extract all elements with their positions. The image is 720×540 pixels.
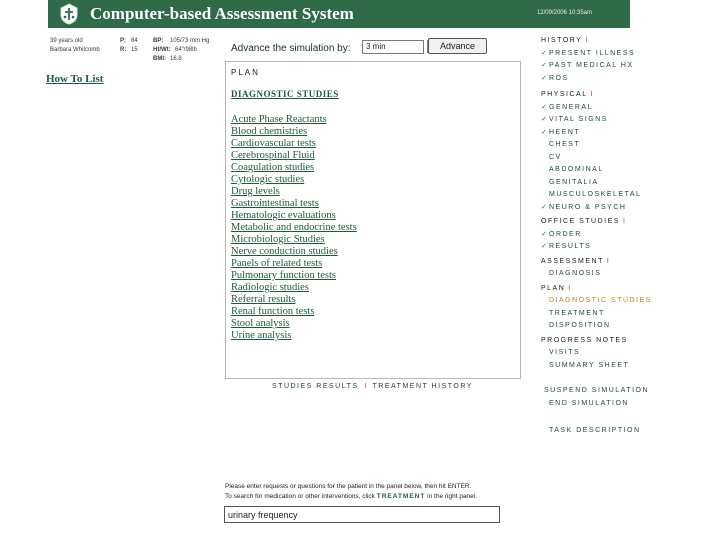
study-link[interactable]: Radiologic studies <box>231 282 357 294</box>
nav-progress-notes[interactable]: PROGRESS NOTES <box>541 335 652 348</box>
study-link[interactable]: Stool analysis <box>231 318 357 330</box>
nav-office-studies[interactable]: OFFICE STUDIES I <box>541 216 652 229</box>
nav-past-medical-hx[interactable]: ✓ PAST MEDICAL HX <box>541 60 652 73</box>
nav-assessment[interactable]: ASSESSMENT I <box>541 256 652 269</box>
study-link[interactable]: Cerebrospinal Fluid <box>231 150 357 162</box>
nav-diagnostic-studies[interactable]: DIAGNOSTIC STUDIES <box>541 295 652 308</box>
study-link[interactable]: Pulmonary function tests <box>231 270 357 282</box>
pulse-label: P: <box>120 38 126 44</box>
suspend-simulation-link[interactable]: SUSPEND SIMULATION <box>541 385 652 398</box>
check-icon: ✓ <box>541 103 547 111</box>
study-list: Acute Phase Reactants Blood chemistries … <box>231 114 357 342</box>
nav-visits[interactable]: VISITS <box>541 347 652 360</box>
study-link[interactable]: Coagulation studies <box>231 162 357 174</box>
htwt-value: 64"/98lb <box>175 47 197 53</box>
study-link[interactable]: Panels of related tests <box>231 258 357 270</box>
nav-abdominal[interactable]: ABDOMINAL <box>541 164 652 177</box>
nav-musculoskeletal[interactable]: MUSCULOSKELETAL <box>541 189 652 202</box>
nav-heent[interactable]: ✓ HEENT <box>541 127 652 140</box>
nav-vital-signs[interactable]: ✓ VITAL SIGNS <box>541 114 652 127</box>
panel-title: PLAN <box>231 68 260 77</box>
nav-genitalia[interactable]: GENITALIA <box>541 177 652 190</box>
study-link[interactable]: Renal function tests <box>231 306 357 318</box>
study-link[interactable]: Urine analysis <box>231 330 357 342</box>
nav-chest[interactable]: CHEST <box>541 139 652 152</box>
nav-order[interactable]: ✓ ORDER <box>541 229 652 242</box>
nav-plan[interactable]: PLAN I <box>541 283 652 296</box>
check-icon: ✓ <box>541 116 547 123</box>
resp-value: 15 <box>131 47 138 53</box>
study-link[interactable]: Gastrointestinal tests <box>231 198 357 210</box>
app-title: Computer-based Assessment System <box>90 4 354 23</box>
resp-label: R: <box>120 47 127 53</box>
nav-disposition[interactable]: DISPOSITION <box>541 320 652 333</box>
study-link[interactable]: Referral results <box>231 294 357 306</box>
panel-tabs: STUDIES RESULTS I TREATMENT HISTORY <box>272 383 473 390</box>
advance-button[interactable]: Advance <box>428 38 487 54</box>
datetime-text: 12/09/2006 10:35am <box>536 10 592 16</box>
nav-diagnosis[interactable]: DIAGNOSIS <box>541 268 652 281</box>
check-icon: ✓ <box>541 243 547 250</box>
patient-name: Barbara Whitcomb <box>50 47 100 53</box>
check-icon: ✓ <box>541 203 547 211</box>
how-to-list-link[interactable]: How To List <box>46 73 103 85</box>
end-simulation-link[interactable]: END SIMULATION <box>541 398 652 411</box>
nav-treatment[interactable]: TREATMENT <box>541 308 652 321</box>
study-link[interactable]: Cardiovascular tests <box>231 138 357 150</box>
nav-neuro-psych[interactable]: ✓ NEURO & PSYCH <box>541 202 652 215</box>
study-link[interactable]: Blood chemistries <box>231 126 357 138</box>
study-link[interactable]: Hematologic evaluations <box>231 210 357 222</box>
right-nav: HISTORY I ✓ PRESENT ILLNESS ✓ PAST MEDICAL … <box>541 35 652 438</box>
check-icon: ✓ <box>541 74 547 82</box>
nav-summary-sheet[interactable]: SUMMARY SHEET <box>541 360 652 373</box>
check-icon: ✓ <box>541 128 547 136</box>
treatment-keyword: TREATMENT <box>376 493 426 500</box>
check-icon: ✓ <box>541 49 547 57</box>
bp-value: 105/73 mm Hg <box>170 38 210 44</box>
study-link[interactable]: Nerve conduction studies <box>231 246 357 258</box>
task-description-link[interactable]: TASK DESCRIPTION <box>541 425 652 438</box>
check-icon: ✓ <box>541 230 547 238</box>
check-icon: ✓ <box>541 62 547 69</box>
request-input[interactable] <box>224 506 500 523</box>
nav-results[interactable]: ✓ RESULTS <box>541 241 652 254</box>
study-link[interactable]: Acute Phase Reactants <box>231 114 357 126</box>
advance-time-value: 3 min <box>366 42 386 51</box>
nav-general[interactable]: ✓ GENERAL <box>541 102 652 115</box>
study-link[interactable]: Drug levels <box>231 186 357 198</box>
nav-physical[interactable]: PHYSICAL I <box>541 89 652 102</box>
nav-ros[interactable]: ✓ ROS <box>541 73 652 86</box>
htwt-label: Ht/Wt: <box>153 47 171 53</box>
advance-time-select[interactable]: 3 min <box>362 40 424 54</box>
study-link[interactable]: Metabolic and endocrine tests <box>231 222 357 234</box>
bp-label: BP: <box>153 38 164 44</box>
advance-label: Advance the simulation by: <box>231 43 351 54</box>
separator: I <box>364 383 367 390</box>
logo-icon <box>58 2 80 26</box>
study-link[interactable]: Cytologic studies <box>231 174 357 186</box>
studies-results-link[interactable]: STUDIES RESULTS <box>272 383 359 390</box>
bmi-value: 16.8 <box>170 56 182 62</box>
bmi-label: BMI: <box>153 56 166 62</box>
nav-present-illness[interactable]: ✓ PRESENT ILLNESS <box>541 48 652 61</box>
app-header: Computer-based Assessment System 12/09/2… <box>48 0 630 28</box>
pulse-value: 84 <box>131 38 138 44</box>
patient-age: 39 years old <box>50 38 83 44</box>
nav-history[interactable]: HISTORY I <box>541 35 652 48</box>
diagnostic-studies-heading: DIAGNOSTIC STUDIES <box>231 89 339 99</box>
instruction-text-2: To search for medication or other interv… <box>225 493 478 500</box>
treatment-history-link[interactable]: TREATMENT HISTORY <box>373 383 473 390</box>
nav-cv[interactable]: CV <box>541 152 652 165</box>
instruction-text: Please enter requests or questions for t… <box>225 483 472 490</box>
study-link[interactable]: Microbiologic Studies <box>231 234 357 246</box>
